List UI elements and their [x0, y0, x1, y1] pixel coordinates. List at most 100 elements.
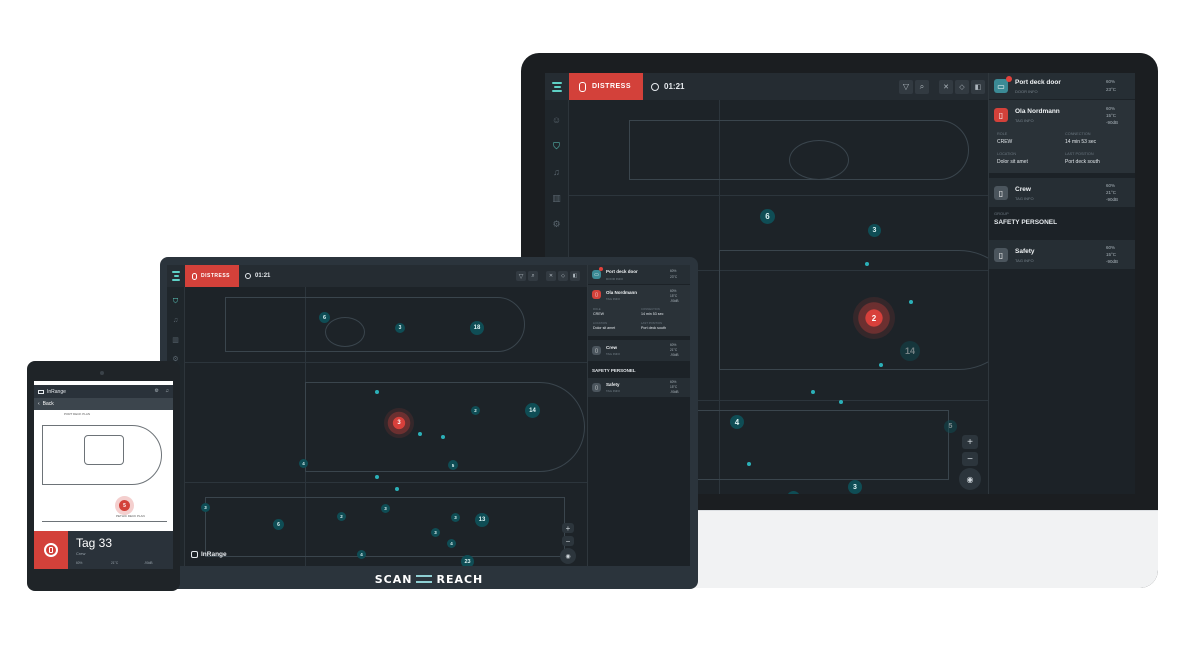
card-title: Safety [606, 382, 620, 387]
panel-card-crew[interactable]: ▯ Crew TAG INFO 60% 21°C -90dB [588, 340, 690, 362]
panel-card-crew[interactable]: ▯ Crew TAG INFO 60% 21°C -90dB [989, 178, 1135, 208]
recenter-icon[interactable]: ◉ [959, 468, 981, 490]
crew-marker[interactable]: 14 [900, 341, 920, 361]
crew-marker[interactable]: 5 [944, 420, 957, 433]
detail-label: LOCATION [997, 152, 1017, 156]
battery-stat: 60% [670, 380, 677, 384]
distress-alarm-marker[interactable]: 5 [119, 500, 130, 511]
people-icon[interactable]: ☺ [545, 114, 569, 126]
crew-marker[interactable]: 3 [451, 513, 460, 522]
split-view-icon[interactable]: ◧ [971, 79, 985, 94]
recenter-icon[interactable]: ◉ [560, 548, 576, 564]
brand-right: REACH [436, 572, 484, 586]
temperature-stat: 15°C [1106, 252, 1117, 257]
elapsed-timer: 01:21 [651, 82, 684, 91]
signal-stat: -90dB [670, 390, 679, 394]
crew-marker[interactable]: 3 [431, 528, 440, 537]
panel-card-person[interactable]: ▯ Ola Nordmann TAG INFO 60% 15°C -90dB R… [989, 100, 1135, 174]
bell-icon[interactable]: ♫ [165, 388, 169, 394]
tag-plus-icon: ▯ [592, 383, 601, 392]
tablet-deck-plan[interactable]: PORT DECK PLAN 5 PETHIC DECK PLAN [36, 410, 172, 530]
crew-marker[interactable]: 4 [299, 459, 308, 468]
distress-alert-button[interactable]: DISTRESS [185, 265, 240, 287]
tag-subtitle: Crew [76, 551, 86, 556]
crew-marker[interactable]: 6 [760, 209, 775, 224]
crew-marker[interactable]: 4 [730, 415, 744, 429]
distress-alert-button[interactable]: DISTRESS [569, 73, 644, 100]
zoom-out-button[interactable]: − [562, 536, 574, 546]
filter-icon[interactable]: ▽ [516, 271, 526, 281]
bell-icon[interactable]: ♫ [545, 166, 569, 178]
tag-detail-card[interactable]: Tag 33 Crew 60% 21°C -90dB [34, 531, 173, 569]
crew-marker[interactable]: 18 [470, 321, 484, 335]
crew-marker[interactable]: 3 [848, 480, 862, 494]
crew-marker[interactable]: 5 [448, 460, 458, 470]
temperature-stat: 21°C [1106, 190, 1117, 195]
menu-icon[interactable] [167, 265, 185, 287]
shield-icon[interactable]: ⛉ [545, 140, 569, 152]
search-icon[interactable]: ⌕ [528, 271, 538, 281]
crew-marker[interactable]: 3 [201, 503, 210, 512]
card-title: Ola Nordmann [606, 290, 638, 295]
detail-label: LAST POSITION [641, 321, 663, 325]
crew-marker[interactable]: 14 [525, 403, 540, 418]
signal-stat: -90dB [144, 561, 153, 565]
bell-icon[interactable]: ♫ [167, 316, 185, 325]
panel-card-door[interactable]: ▭ Port deck door DOOR INFO 60% 23°C [588, 265, 690, 285]
distress-alarm-marker[interactable]: 3 [384, 408, 414, 438]
detail-value: Dolor sit amet [997, 159, 1028, 165]
card-title: Port deck door [606, 269, 638, 274]
settings-icon[interactable]: ⚙ [545, 218, 569, 230]
crew-marker[interactable]: 3 [381, 504, 390, 513]
search-icon[interactable]: ⌕ [915, 79, 929, 94]
panel-card-door[interactable]: ▭ Port deck door DOOR INFO 60% 23°C [989, 73, 1135, 100]
close-icon[interactable]: ✕ [939, 79, 953, 94]
back-bar[interactable]: ‹ Back [34, 398, 173, 410]
temperature-stat: 23°C [1106, 87, 1117, 92]
close-icon[interactable]: ✕ [546, 271, 556, 281]
crew-marker[interactable]: 2 [471, 406, 480, 415]
detail-label: ROLE [593, 307, 601, 311]
card-subtitle: TAG INFO [1015, 258, 1034, 263]
brand-mark-icon [416, 575, 433, 583]
filter-icon[interactable]: ⚙ [155, 388, 159, 394]
tag-icon: ▯ [994, 108, 1008, 122]
layers-icon[interactable]: ◇ [955, 79, 969, 94]
detail-label: CONNECTION [1065, 132, 1091, 136]
chevron-left-icon: ‹ [38, 401, 40, 407]
zoom-out-button[interactable]: − [962, 452, 978, 466]
crew-marker[interactable]: 23 [461, 555, 474, 566]
timer-value: 01:21 [255, 273, 271, 279]
crew-marker[interactable]: 6 [319, 312, 330, 323]
tag-plus-icon: ▯ [994, 248, 1008, 262]
distress-alarm-marker[interactable]: 2 [853, 297, 895, 339]
chart-icon[interactable]: ▥ [545, 192, 569, 204]
menu-icon[interactable] [545, 73, 569, 100]
card-subtitle: TAG INFO [606, 389, 620, 393]
zoom-in-button[interactable]: + [962, 435, 978, 449]
layers-icon[interactable]: ◇ [558, 271, 568, 281]
crew-marker[interactable]: 2 [337, 512, 346, 521]
deck-map[interactable]: 6 3 18 14 2 4 5 3 6 2 3 3 13 3 4 4 23 3 … [185, 287, 587, 566]
crew-marker[interactable]: 3 [395, 323, 405, 333]
detail-panel: ▭ Port deck door DOOR INFO 60% 23°C ▯ Ol… [988, 73, 1135, 494]
battery-stat: 60% [670, 343, 677, 347]
detail-label: LOCATION [593, 321, 608, 325]
crew-marker[interactable]: 2 [787, 491, 800, 494]
panel-card-safety[interactable]: ▯ Safety TAG INFO 60% 15°C -90dB [588, 378, 690, 398]
panel-card-safety[interactable]: ▯ Safety TAG INFO 60% 15°C -90dB [989, 240, 1135, 270]
crew-marker[interactable]: 6 [273, 519, 284, 530]
crew-marker[interactable]: 4 [357, 550, 366, 559]
filter-icon[interactable]: ▽ [899, 79, 913, 94]
split-view-icon[interactable]: ◧ [570, 271, 580, 281]
battery-stat: 60% [1106, 245, 1116, 250]
shield-icon[interactable]: ⛉ [167, 297, 185, 306]
zoom-in-button[interactable]: + [562, 523, 574, 533]
tag-icon-container [34, 531, 68, 569]
card-title: Crew [606, 345, 618, 350]
crew-marker[interactable]: 4 [447, 539, 456, 548]
chart-icon[interactable]: ▥ [167, 335, 185, 344]
crew-marker[interactable]: 3 [868, 224, 881, 237]
panel-card-person[interactable]: ▯ Ola Nordmann TAG INFO 60% 15°C -90dB R… [588, 285, 690, 337]
crew-marker[interactable]: 13 [475, 513, 489, 527]
